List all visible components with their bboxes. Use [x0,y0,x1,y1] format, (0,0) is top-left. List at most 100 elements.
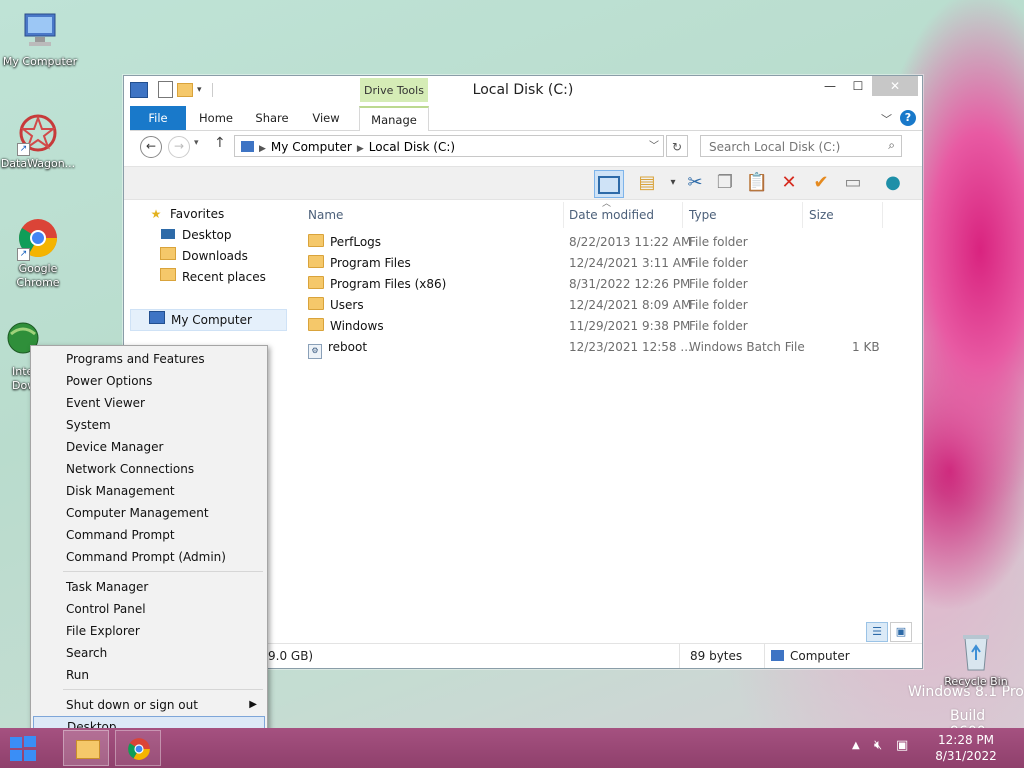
properties-folder-icon[interactable]: ▤ [634,170,660,196]
file-row[interactable]: PerfLogs 8/22/2013 11:22 AM File folder [302,232,922,253]
column-header-name[interactable]: Name [302,202,564,228]
file-date: 12/23/2021 12:58 ... [569,340,692,354]
taskbar-file-explorer[interactable] [63,730,109,766]
menu-item-system[interactable]: System [33,414,265,436]
globe-toolbar-icon[interactable]: ● [880,170,906,196]
chrome-icon [128,738,150,760]
file-type: File folder [689,319,748,333]
column-header-type[interactable]: Type [683,202,803,228]
tab-file[interactable]: File [130,106,186,130]
network-icon[interactable]: ▣ [896,738,908,753]
taskbar-chrome[interactable] [115,730,161,766]
clock-time: 12:28 PM [938,733,994,747]
menu-item-network-connections[interactable]: Network Connections [33,458,265,480]
copy-icon[interactable]: ❐ [712,170,738,196]
file-name: Program Files [330,256,411,270]
maximize-button[interactable]: ☐ [844,76,872,96]
close-button[interactable]: ✕ [872,76,918,96]
file-name: reboot [328,340,368,354]
menu-item-disk-management[interactable]: Disk Management [33,480,265,502]
tab-manage[interactable]: Manage [359,106,429,131]
column-header-date[interactable]: Date modified [563,202,683,228]
nav-favorites[interactable]: ★ Favorites [148,204,225,224]
folder-icon [308,255,324,268]
recent-locations-icon[interactable]: ▾ [194,138,199,148]
cut-icon[interactable]: ✂ [682,170,708,196]
nav-downloads[interactable]: Downloads [160,246,248,266]
file-date: 11/29/2021 9:38 PM [569,319,691,333]
folder-icon [308,318,324,331]
chrome-icon: ↗ [17,217,59,261]
ribbon-expand-icon[interactable]: ﹀ [881,111,892,127]
title-bar[interactable]: ▾ Drive Tools Local Disk (C:) — ☐ ✕ [124,76,922,106]
menu-item-power-options[interactable]: Power Options [33,370,265,392]
star-icon: ★ [150,207,162,221]
minimize-button[interactable]: — [816,76,844,96]
computer-small-icon [771,650,784,661]
menu-item-computer-management[interactable]: Computer Management [33,502,265,524]
taskbar: ▲ 🔇︎ ▣ 12:28 PM 8/31/2022 [0,728,1024,768]
details-view-button[interactable]: ☰ [866,622,888,642]
datawagon-icon: ↗ [17,112,59,156]
menu-item-task-manager[interactable]: Task Manager [33,576,265,598]
menu-item-programs-and-features[interactable]: Programs and Features [33,348,265,370]
search-icon: ⌕ [888,138,895,152]
large-icons-view-button[interactable]: ▣ [890,622,912,642]
menu-item-control-panel[interactable]: Control Panel [33,598,265,620]
menu-item-event-viewer[interactable]: Event Viewer [33,392,265,414]
start-button[interactable] [8,735,40,761]
rename-icon[interactable]: ▭ [840,170,866,196]
downloads-folder-icon [160,246,176,266]
menu-item-search[interactable]: Search [33,642,265,664]
address-dropdown-icon[interactable]: ﹀ [649,136,659,158]
desktop-icon-label: Inte Dow [12,365,37,392]
file-row[interactable]: Windows 11/29/2021 9:38 PM File folder [302,316,922,337]
volume-muted-icon[interactable]: 🔇︎ [874,738,882,753]
back-button[interactable]: ← [140,136,162,158]
paste-icon[interactable]: 📋 [744,170,770,196]
refresh-button[interactable]: ↻ [666,135,688,157]
forward-button[interactable]: → [168,136,190,158]
file-row[interactable]: Users 12/24/2021 8:09 AM File folder [302,295,922,316]
tab-home[interactable]: Home [190,106,242,130]
menu-item-device-manager[interactable]: Device Manager [33,436,265,458]
file-row[interactable]: Program Files (x86) 8/31/2022 12:26 PM Fil… [302,274,922,295]
nav-recent-places[interactable]: Recent places [160,267,266,287]
system-tray: ▲ 🔇︎ ▣ 12:28 PM 8/31/2022 [844,728,1024,768]
delete-icon[interactable]: ✕ [776,170,802,196]
menu-item-file-explorer[interactable]: File Explorer [33,620,265,642]
breadcrumb-separator-icon: ▶ [356,144,364,154]
file-row[interactable]: Program Files 12/24/2021 3:11 AM File fold… [302,253,922,274]
address-input[interactable]: ▶ My Computer ▶ Local Disk (C:) ﹀ [234,135,664,157]
clock[interactable]: 12:28 PM 8/31/2022 [926,732,1006,764]
check-icon[interactable]: ✔ [808,170,834,196]
tab-share[interactable]: Share [246,106,298,130]
desktop-icon-my-computer[interactable]: My Computer [0,10,80,69]
desktop-icon-google-chrome[interactable]: ↗ Google Chrome [0,217,78,290]
search-box[interactable]: ⌕ [700,135,902,157]
preview-pane-button[interactable] [594,170,624,198]
column-header-size[interactable]: Size [803,202,883,228]
nav-my-computer[interactable]: My Computer [130,309,287,331]
shortcut-arrow-icon: ↗ [17,248,30,261]
menu-item-command-prompt[interactable]: Command Prompt [33,524,265,546]
windows-logo-icon [10,737,22,748]
file-name: Users [330,298,364,312]
file-row[interactable]: ⚙ reboot 12/23/2021 12:58 ... Windows Batch… [302,337,922,359]
nav-desktop[interactable]: Desktop [160,225,232,245]
desktop-icon-datawagon[interactable]: ↗ DataWagon... [0,112,78,171]
up-button[interactable]: ↑ [214,135,226,151]
file-date: 12/24/2021 3:11 AM [569,256,692,270]
status-free-space: 9.0 GB) [268,649,314,663]
help-icon[interactable]: ? [900,110,916,126]
menu-item-run[interactable]: Run [33,664,265,686]
menu-item-shut-down-or-sign-out[interactable]: Shut down or sign out ▶ [33,694,265,716]
breadcrumb-my-computer[interactable]: My Computer [271,140,352,154]
tab-view[interactable]: View [302,106,350,130]
menu-item-command-prompt-admin[interactable]: Command Prompt (Admin) [33,546,265,568]
desktop-icon-recycle-bin[interactable]: Recycle Bin [936,630,1016,689]
recycle-bin-icon [955,630,997,672]
breadcrumb-local-disk[interactable]: Local Disk (C:) [369,140,455,154]
show-hidden-icons-icon[interactable]: ▲ [852,740,860,751]
search-input[interactable] [707,137,881,157]
